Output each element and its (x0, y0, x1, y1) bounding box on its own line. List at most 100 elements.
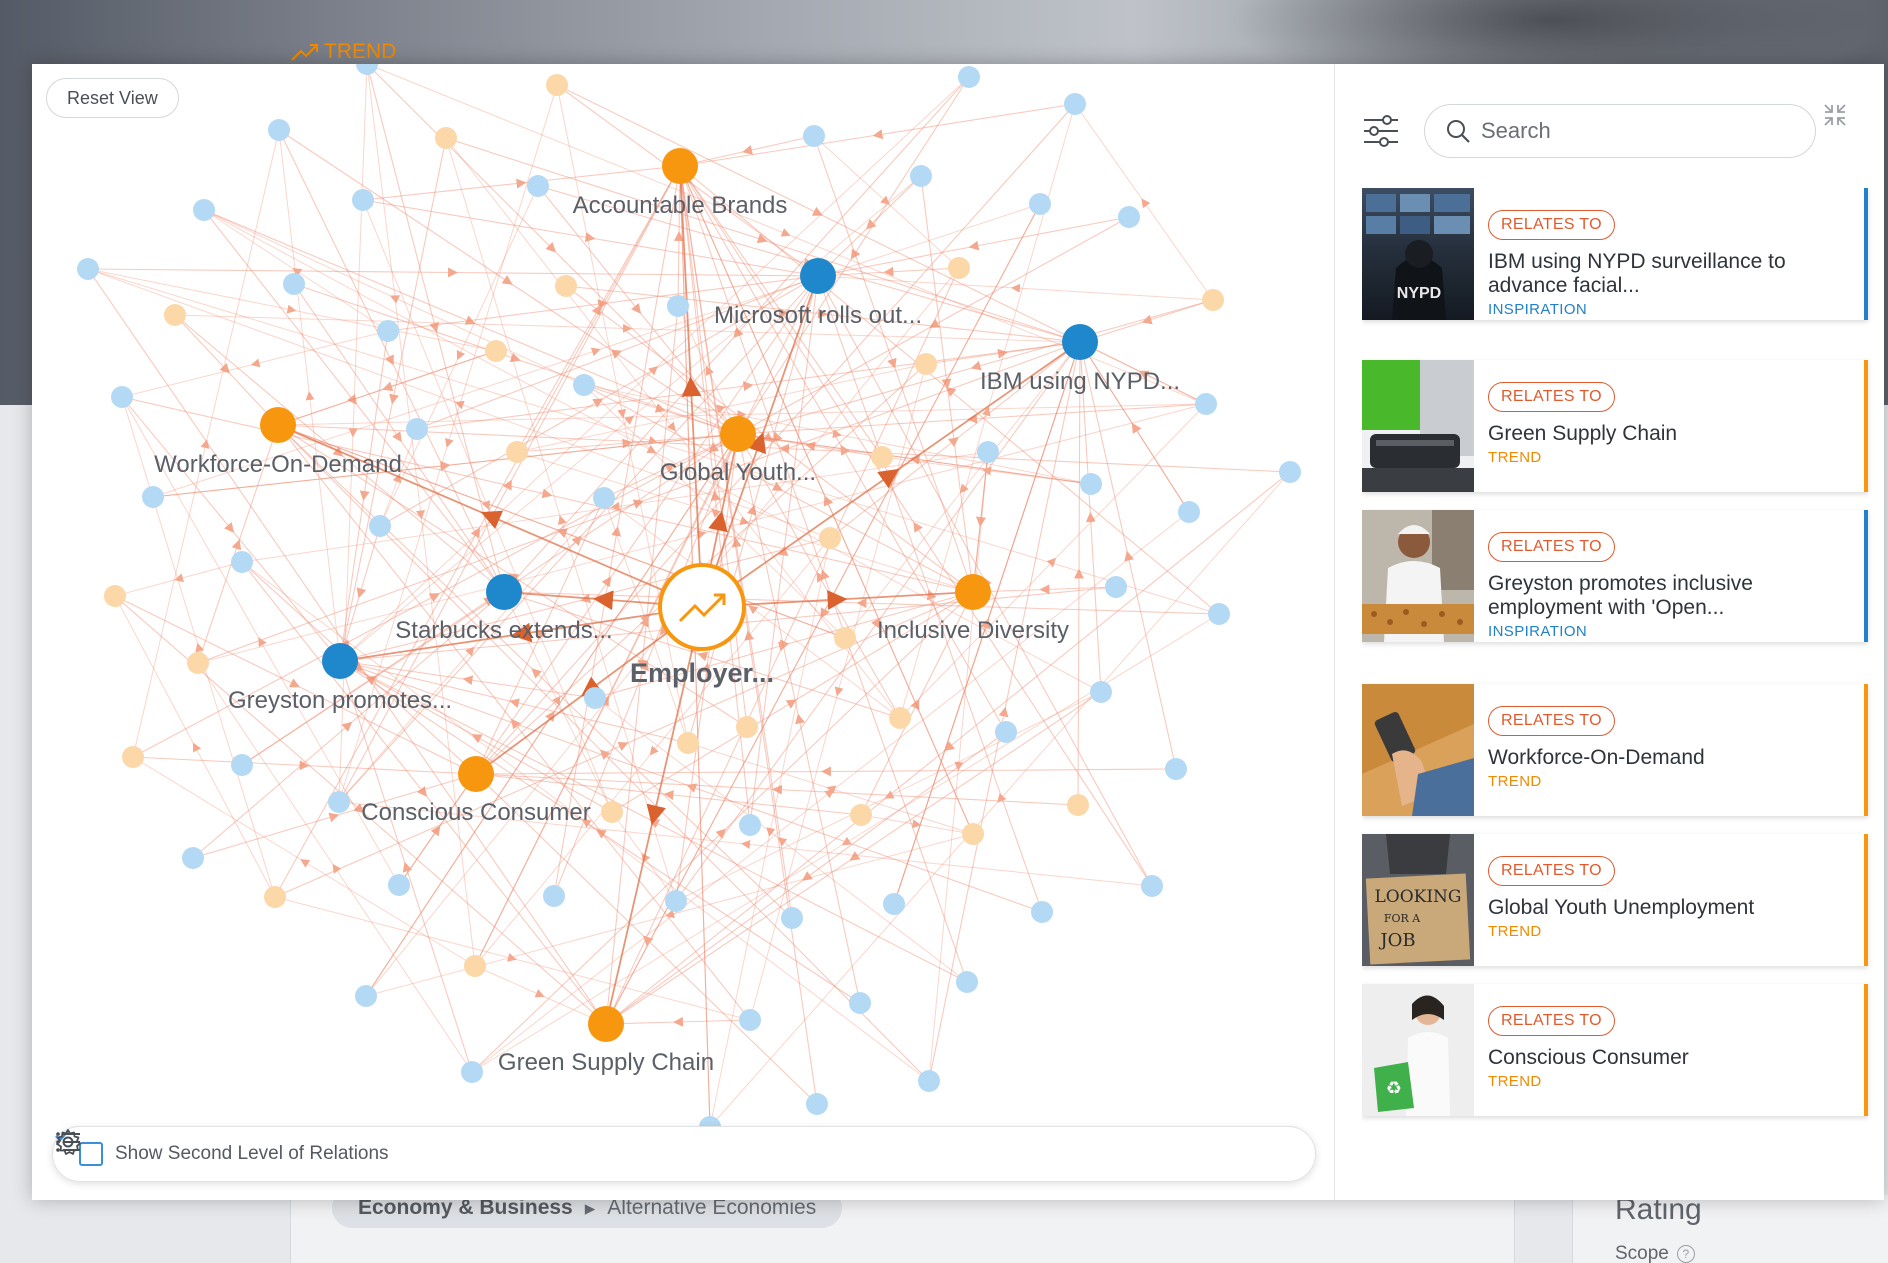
node-trend-secondary[interactable] (506, 441, 528, 463)
node-inspiration-secondary[interactable] (142, 486, 164, 508)
node-trend-secondary[interactable] (264, 886, 286, 908)
node-trend-secondary[interactable] (1202, 289, 1224, 311)
node-trend-secondary[interactable] (122, 746, 144, 768)
node-inspiration-secondary[interactable] (803, 125, 825, 147)
node-starbucks[interactable] (486, 574, 522, 610)
network-graph-svg[interactable]: Accountable Brands Microsoft rolls out..… (32, 64, 1334, 1200)
node-trend-secondary[interactable] (164, 304, 186, 326)
node-inspiration-secondary[interactable] (584, 687, 606, 709)
node-inspiration-secondary[interactable] (283, 273, 305, 295)
node-inspiration-secondary[interactable] (1031, 901, 1053, 923)
collapse-icon[interactable] (1822, 102, 1848, 128)
node-trend-secondary[interactable] (850, 804, 872, 826)
second-level-label[interactable]: Show Second Level of Relations (115, 1143, 389, 1165)
node-trend-secondary[interactable] (464, 955, 486, 977)
node-trend-secondary[interactable] (104, 585, 126, 607)
node-trend-secondary[interactable] (601, 801, 623, 823)
node-inspiration-secondary[interactable] (1029, 193, 1051, 215)
node-green-supply[interactable] (588, 1006, 624, 1042)
related-items-list[interactable]: NYPD RELATES TO IBM using NYPD surveilla… (1362, 188, 1888, 1168)
list-icon[interactable] (53, 1127, 83, 1157)
node-accountable-brands[interactable] (662, 148, 698, 184)
filter-sliders-icon[interactable] (1362, 112, 1400, 150)
related-card-greyston[interactable]: RELATES TO Greyston promotes inclusive e… (1362, 510, 1868, 642)
node-inspiration-secondary[interactable] (739, 1009, 761, 1031)
node-inspiration-secondary[interactable] (781, 907, 803, 929)
node-trend-secondary[interactable] (915, 353, 937, 375)
node-inspiration-secondary[interactable] (356, 64, 378, 75)
related-card-global-youth[interactable]: LOOKING FOR A JOB RELATES TO Global Yout… (1362, 834, 1868, 966)
related-card-ibm[interactable]: NYPD RELATES TO IBM using NYPD surveilla… (1362, 188, 1868, 320)
node-inspiration-secondary[interactable] (739, 814, 761, 836)
node-inspiration-secondary[interactable] (1279, 461, 1301, 483)
node-trend-secondary[interactable] (485, 340, 507, 362)
node-inspiration-secondary[interactable] (231, 551, 253, 573)
card-title[interactable]: Workforce-On-Demand (1488, 746, 1854, 770)
card-title[interactable]: Global Youth Unemployment (1488, 896, 1854, 920)
node-inspiration-secondary[interactable] (1090, 681, 1112, 703)
related-card-conscious[interactable]: ♻ RELATES TO Conscious Consumer TREND (1362, 984, 1868, 1116)
node-inspiration-secondary[interactable] (573, 374, 595, 396)
node-inspiration-secondary[interactable] (406, 418, 428, 440)
node-inspiration-secondary[interactable] (956, 971, 978, 993)
node-ibm[interactable] (1062, 324, 1098, 360)
node-inspiration-secondary[interactable] (1105, 576, 1127, 598)
node-inspiration-secondary[interactable] (111, 386, 133, 408)
node-inspiration-secondary[interactable] (806, 1093, 828, 1115)
node-inclusive[interactable] (955, 574, 991, 610)
node-trend-secondary[interactable] (834, 627, 856, 649)
node-inspiration-secondary[interactable] (231, 754, 253, 776)
node-inspiration-secondary[interactable] (883, 893, 905, 915)
node-inspiration-secondary[interactable] (667, 295, 689, 317)
node-trend-secondary[interactable] (948, 257, 970, 279)
node-trend-secondary[interactable] (1067, 794, 1089, 816)
node-inspiration-secondary[interactable] (958, 66, 980, 88)
node-inspiration-secondary[interactable] (849, 992, 871, 1014)
node-inspiration-secondary[interactable] (665, 890, 687, 912)
node-inspiration-secondary[interactable] (268, 119, 290, 141)
node-trend-secondary[interactable] (962, 823, 984, 845)
network-graph-canvas[interactable]: Accountable Brands Microsoft rolls out..… (32, 64, 1334, 1200)
card-title[interactable]: Green Supply Chain (1488, 422, 1854, 446)
node-inspiration-secondary[interactable] (388, 874, 410, 896)
card-title[interactable]: IBM using NYPD surveillance to advance f… (1488, 250, 1854, 298)
node-trend-secondary[interactable] (677, 732, 699, 754)
node-trend-secondary[interactable] (819, 527, 841, 549)
node-inspiration-secondary[interactable] (977, 441, 999, 463)
node-inspiration-secondary[interactable] (593, 487, 615, 509)
reset-view-button[interactable]: Reset View (46, 78, 179, 118)
node-inspiration-secondary[interactable] (1064, 93, 1086, 115)
node-inspiration-secondary[interactable] (355, 985, 377, 1007)
node-trend-secondary[interactable] (736, 716, 758, 738)
node-inspiration-secondary[interactable] (527, 175, 549, 197)
related-card-workforce[interactable]: RELATES TO Workforce-On-Demand TREND (1362, 684, 1868, 816)
node-inspiration-secondary[interactable] (328, 791, 350, 813)
node-center-employer[interactable] (658, 563, 746, 651)
node-conscious[interactable] (458, 756, 494, 792)
node-trend-secondary[interactable] (546, 74, 568, 96)
node-inspiration-secondary[interactable] (1208, 603, 1230, 625)
node-trend-secondary[interactable] (187, 652, 209, 674)
node-inspiration-secondary[interactable] (1141, 875, 1163, 897)
node-trend-secondary[interactable] (555, 275, 577, 297)
node-workforce[interactable] (260, 407, 296, 443)
node-trend-secondary[interactable] (435, 127, 457, 149)
node-microsoft[interactable] (800, 258, 836, 294)
node-trend-secondary[interactable] (871, 446, 893, 468)
node-inspiration-secondary[interactable] (1080, 473, 1102, 495)
node-inspiration-secondary[interactable] (377, 320, 399, 342)
node-inspiration-secondary[interactable] (182, 847, 204, 869)
node-inspiration-secondary[interactable] (369, 515, 391, 537)
node-inspiration-secondary[interactable] (910, 165, 932, 187)
card-title[interactable]: Conscious Consumer (1488, 1046, 1854, 1070)
node-inspiration-secondary[interactable] (193, 199, 215, 221)
search-box[interactable] (1424, 104, 1816, 158)
node-inspiration-secondary[interactable] (1165, 758, 1187, 780)
node-inspiration-secondary[interactable] (543, 885, 565, 907)
node-global-youth[interactable] (720, 416, 756, 452)
node-inspiration-secondary[interactable] (1178, 501, 1200, 523)
card-title[interactable]: Greyston promotes inclusive employment w… (1488, 572, 1854, 620)
node-inspiration-secondary[interactable] (77, 258, 99, 280)
node-inspiration-secondary[interactable] (352, 189, 374, 211)
node-inspiration-secondary[interactable] (995, 721, 1017, 743)
